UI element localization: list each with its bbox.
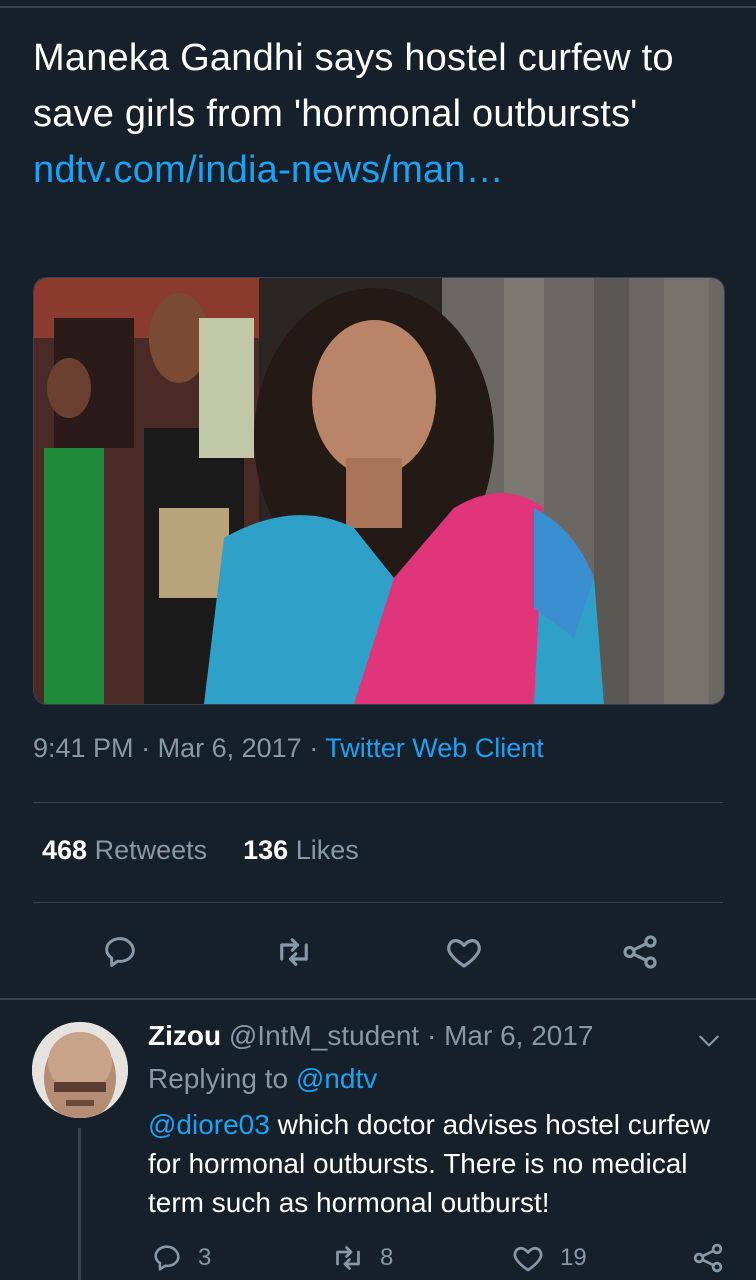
- reply-button[interactable]: [98, 930, 142, 974]
- share-icon: [623, 935, 657, 969]
- heart-icon: [513, 1246, 543, 1272]
- share-button[interactable]: [618, 930, 662, 974]
- thread-line: [78, 1128, 81, 1280]
- tweet-stats: 468 Retweets 136 Likes: [42, 835, 359, 866]
- reply-header: Zizou @IntM_student · Mar 6, 2017: [148, 1020, 594, 1052]
- heart-icon: [447, 939, 481, 968]
- reply-separator: ·: [426, 1020, 437, 1051]
- retweets-label: Retweets: [94, 835, 208, 865]
- reply-author-name[interactable]: Zizou: [148, 1020, 221, 1051]
- likes-count: 136: [243, 835, 289, 865]
- replying-to-handle[interactable]: @ndtv: [296, 1063, 377, 1094]
- top-divider: [0, 6, 756, 8]
- retweets-count: 468: [42, 835, 88, 865]
- replying-to-label: Replying to: [148, 1063, 289, 1094]
- reply-reply-count: 3: [198, 1244, 212, 1271]
- meta-separator: ·: [141, 733, 151, 763]
- reply-like-count: 19: [560, 1244, 587, 1271]
- avatar-image: [32, 1022, 128, 1118]
- meta-separator-2: ·: [309, 733, 319, 763]
- reply-reply-button[interactable]: 3: [150, 1238, 211, 1278]
- reply-share-button[interactable]: [690, 1238, 726, 1278]
- reply-icon: [105, 937, 135, 967]
- reply-author-handle[interactable]: @IntM_student: [229, 1020, 419, 1051]
- tweet-client[interactable]: Twitter Web Client: [325, 733, 544, 763]
- divider-reply: [0, 998, 756, 1000]
- media-photo: [34, 278, 724, 704]
- reply-retweet-button[interactable]: 8: [330, 1238, 393, 1278]
- tweet-text: Maneka Gandhi says hostel curfew to save…: [33, 30, 733, 198]
- retweet-button[interactable]: [272, 930, 316, 974]
- like-button[interactable]: [442, 930, 486, 974]
- reply-icon: [154, 1245, 180, 1271]
- retweet-icon: [336, 1246, 360, 1270]
- chevron-down-icon: [699, 1035, 719, 1047]
- reply-text: @diore03 which doctor advises hostel cur…: [148, 1105, 728, 1222]
- tweet-link[interactable]: ndtv.com/india-news/man…: [33, 149, 504, 191]
- tweet-date[interactable]: Mar 6, 2017: [158, 733, 302, 763]
- reply-mention[interactable]: @diore03: [148, 1109, 270, 1140]
- replying-to: Replying to @ndtv: [148, 1063, 377, 1095]
- tweet-media-image[interactable]: [33, 277, 725, 705]
- reply-retweet-count: 8: [380, 1244, 394, 1271]
- retweets-stat[interactable]: 468 Retweets: [42, 835, 207, 865]
- tweet-time[interactable]: 9:41 PM: [33, 733, 134, 763]
- retweet-icon: [280, 938, 308, 966]
- reply-like-button[interactable]: 19: [510, 1238, 587, 1278]
- tweet-body: Maneka Gandhi says hostel curfew to save…: [33, 37, 674, 135]
- reply-menu-button[interactable]: [696, 1030, 722, 1057]
- share-icon: [693, 1243, 723, 1273]
- likes-stat[interactable]: 136 Likes: [243, 835, 359, 865]
- likes-label: Likes: [295, 835, 359, 865]
- avatar[interactable]: [32, 1022, 128, 1118]
- divider-meta: [33, 802, 723, 803]
- divider-stats: [33, 902, 723, 903]
- reply-date[interactable]: Mar 6, 2017: [444, 1020, 593, 1051]
- tweet-timestamp: 9:41 PM · Mar 6, 2017 · Twitter Web Clie…: [33, 733, 544, 764]
